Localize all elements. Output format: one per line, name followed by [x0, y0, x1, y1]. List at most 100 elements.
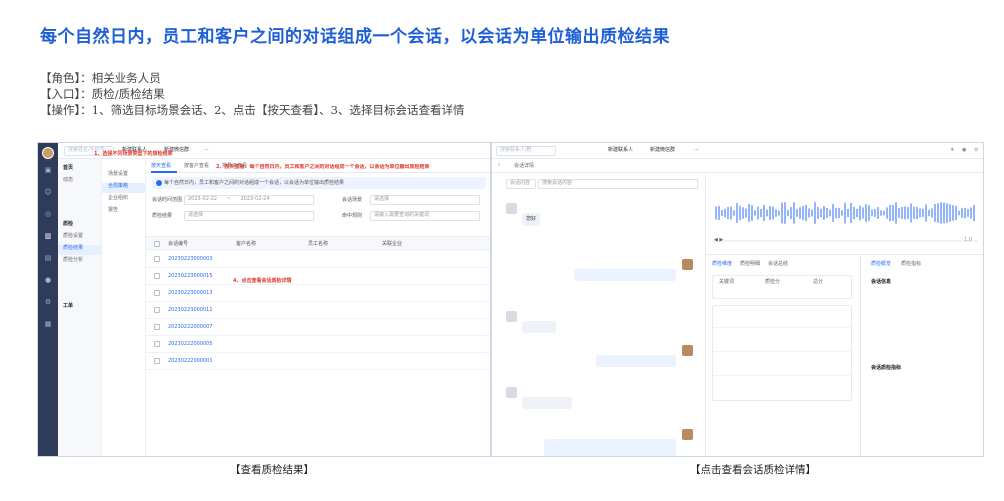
- staff-avatar: [682, 345, 693, 356]
- chat-message: [544, 439, 676, 456]
- table-row[interactable]: 20230222000007: [146, 319, 490, 336]
- session-id-link[interactable]: 20230223000003: [168, 256, 213, 263]
- info-entry: 【入口】：质检/质检结果: [40, 87, 165, 101]
- menu-item-quality-settings[interactable]: 质检设置: [63, 233, 83, 240]
- table-row[interactable]: 20230223000011: [146, 302, 490, 319]
- menu2-item-scene[interactable]: 场景设置: [108, 171, 128, 178]
- score-label: 质检分: [765, 279, 781, 285]
- new-group-button[interactable]: 新建微信群: [650, 147, 675, 154]
- table-row[interactable]: 20230223000003: [146, 251, 490, 268]
- nav-message-icon[interactable]: ▤: [41, 255, 55, 262]
- detail-title: 会话详情: [514, 163, 535, 169]
- menu-group-ticket[interactable]: 工单: [63, 303, 73, 310]
- tab-overview[interactable]: 质检概览: [871, 261, 891, 268]
- chat-message: [522, 321, 556, 333]
- menu-item-quality-results[interactable]: 质检结果: [58, 245, 102, 255]
- nav-customer-icon[interactable]: ☺: [41, 189, 55, 196]
- info-role: 【角色】：相关业务人员: [40, 71, 161, 85]
- dimension-row[interactable]: [713, 354, 851, 376]
- search-input[interactable]: 搜索联系人/群: [496, 146, 556, 156]
- nav-group-icon[interactable]: ◎: [41, 211, 55, 218]
- back-icon[interactable]: ‹: [498, 162, 500, 169]
- row-checkbox[interactable]: [154, 358, 160, 364]
- info-block: 【角色】：相关业务人员 【入口】：质检/质检结果 【操作】：1、筛选目标场景会话…: [40, 70, 464, 118]
- more-button[interactable]: ···: [204, 147, 209, 154]
- menu2-item-global[interactable]: 全局策略: [102, 183, 146, 193]
- settings-icon[interactable]: ⚙: [974, 147, 978, 154]
- table-row[interactable]: 20230223000013: [146, 285, 490, 302]
- chat-search-input[interactable]: 搜索会话内容: [538, 179, 698, 189]
- nav-session-icon[interactable]: ●: [41, 277, 55, 284]
- session-id-link[interactable]: 20230223000013: [168, 290, 213, 297]
- row-checkbox[interactable]: [154, 324, 160, 330]
- tab-by-customer[interactable]: 按客户查看: [184, 163, 209, 170]
- avatar[interactable]: [42, 147, 54, 159]
- speed-control[interactable]: 1.0: [964, 237, 972, 244]
- caption-left: 【查看质检结果】: [230, 464, 314, 476]
- menu2-item-org[interactable]: 企业组织: [108, 195, 128, 202]
- select-all-checkbox[interactable]: [154, 241, 160, 247]
- session-id-link[interactable]: 20230222000005: [168, 341, 213, 348]
- info-icon: [156, 180, 162, 186]
- dimension-row[interactable]: [713, 306, 851, 328]
- time-sep: ~: [226, 196, 231, 202]
- tab-quality-dim[interactable]: 质检维度: [712, 261, 732, 268]
- bell-icon[interactable]: ♦: [950, 147, 954, 154]
- rule-label: 命中规则: [342, 213, 363, 219]
- row-checkbox[interactable]: [154, 290, 160, 296]
- tab-summary[interactable]: 会话总结: [768, 261, 788, 268]
- section-title: 会话质检指标: [871, 365, 902, 371]
- customer-avatar: [506, 311, 517, 322]
- time-start: 2023-02-22: [188, 196, 218, 202]
- session-id-link[interactable]: 20230222000007: [168, 324, 213, 331]
- menu-group-quality[interactable]: 质检: [63, 221, 73, 228]
- row-checkbox[interactable]: [154, 307, 160, 313]
- caption-right: 【点击查看会话质检详情】: [690, 464, 816, 476]
- session-detail-screenshot: 搜索联系人/群 新建联系人 新建微信群 ··· ♦ ● ⚙ ‹ 会话详情 会话内…: [491, 142, 984, 457]
- dimension-row[interactable]: [713, 330, 851, 352]
- app-sidebar: ▣ ☺ ◎ ▥ ▤ ● ⚙ ▦: [38, 143, 58, 456]
- tab-metrics[interactable]: 质检指标: [901, 261, 921, 268]
- table-row[interactable]: 20230222000005: [146, 336, 490, 353]
- result-select[interactable]: 请选择: [184, 211, 314, 221]
- menu-item-home[interactable]: 首页: [63, 165, 73, 172]
- nav-grid-icon[interactable]: ▦: [41, 321, 55, 328]
- detail-header: ‹ 会话详情: [492, 159, 983, 173]
- row-checkbox[interactable]: [154, 273, 160, 279]
- info-steps: 【操作】：1、筛选目标场景会话、2、点击【按天查看】、3、选择目标会话查看详情: [40, 103, 465, 117]
- session-id-link[interactable]: 20230223000011: [168, 307, 213, 314]
- help-icon[interactable]: ●: [962, 147, 966, 154]
- waveform-bars: [715, 202, 975, 224]
- scene-select[interactable]: 请选择: [370, 195, 480, 205]
- table-row[interactable]: 20230223000015: [146, 268, 490, 285]
- tab-by-day[interactable]: 按天查看: [151, 163, 171, 170]
- score-label: 总分: [813, 279, 824, 285]
- new-contact-button[interactable]: 新建联系人: [608, 147, 633, 154]
- score-card: 关键词 质检分 总分: [712, 275, 852, 299]
- chat-message: [574, 269, 676, 281]
- tab-quality-detail[interactable]: 质检明细: [740, 261, 760, 268]
- more-button[interactable]: ···: [694, 147, 699, 154]
- menu-item-quality-analysis[interactable]: 质检分析: [63, 257, 83, 264]
- customer-avatar: [506, 387, 517, 398]
- session-id-link[interactable]: 20230222000001: [168, 358, 213, 365]
- menu2-item-report[interactable]: 报告: [108, 207, 118, 214]
- nav-ticket-icon[interactable]: ⚙: [41, 299, 55, 306]
- play-icon[interactable]: ◀ ▶: [714, 237, 723, 244]
- nav-workbench-icon[interactable]: ▣: [41, 167, 55, 174]
- menu-item-feed[interactable]: 动态: [63, 177, 73, 184]
- chat-filter-select[interactable]: 会话内容: [506, 179, 536, 189]
- dimension-list: [712, 305, 852, 401]
- row-checkbox[interactable]: [154, 256, 160, 262]
- nav-quality-icon[interactable]: ▥: [41, 233, 55, 240]
- session-id-link[interactable]: 20230223000015: [168, 273, 213, 280]
- table-row[interactable]: 20230222000001: [146, 353, 490, 370]
- chat-panel: 会话内容 搜索会话内容 您好: [492, 173, 706, 456]
- row-checkbox[interactable]: [154, 341, 160, 347]
- time-range-picker[interactable]: 2023-02-22 ~ 2023-02-24: [184, 195, 314, 205]
- col-customer: 客户名称: [236, 241, 257, 247]
- keyword-input[interactable]: 请输入需要查询的关键词: [370, 211, 480, 221]
- tab-indicator: [151, 171, 177, 173]
- dimension-row[interactable]: [713, 378, 851, 400]
- staff-avatar: [682, 259, 693, 270]
